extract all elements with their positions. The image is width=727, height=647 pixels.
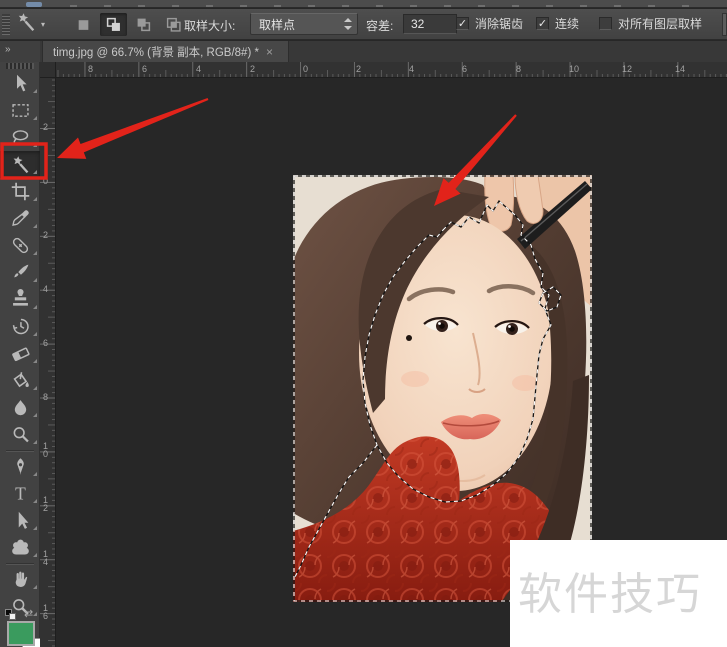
clone-stamp-tool[interactable]	[0, 286, 40, 313]
magic-wand-icon	[15, 11, 37, 38]
blur-tool[interactable]	[0, 394, 40, 421]
sample-size-value: 取样点	[259, 17, 296, 32]
svg-text:4: 4	[196, 64, 201, 74]
svg-text:2: 2	[43, 230, 48, 240]
app-icon	[26, 2, 42, 7]
type-tool[interactable]: T	[0, 480, 40, 507]
contiguous-checkbox[interactable]: ✓	[536, 17, 549, 30]
healing-brush-tool[interactable]	[0, 232, 40, 259]
move-tool[interactable]	[0, 70, 40, 97]
left-ruler[interactable]: 20246810121416	[40, 78, 56, 647]
chevron-down-icon: ▾	[41, 20, 46, 29]
finger	[484, 175, 515, 232]
svg-text:10: 10	[569, 64, 579, 74]
document-image[interactable]	[293, 175, 592, 602]
svg-text:8: 8	[88, 64, 93, 74]
watermark: 软件技巧	[510, 540, 727, 647]
brush-tool[interactable]	[0, 259, 40, 286]
svg-text:14: 14	[675, 64, 685, 74]
hand-tool[interactable]	[0, 566, 40, 593]
add-to-selection-button[interactable]	[100, 13, 127, 36]
svg-text:0: 0	[43, 176, 48, 186]
document-title: timg.jpg @ 66.7% (背景 副本, RGB/8#) *	[53, 46, 259, 59]
tools-panel-grip[interactable]	[6, 63, 34, 69]
options-bar-grip[interactable]	[2, 14, 10, 35]
document-tab-bar: » timg.jpg @ 66.7% (背景 副本, RGB/8#) * ×	[0, 41, 727, 62]
svg-text:2: 2	[43, 122, 48, 132]
contiguous-option: ✓ 连续	[536, 15, 579, 32]
pen-tool[interactable]	[0, 453, 40, 480]
options-bar-overflow	[722, 13, 727, 36]
swap-colors-icon[interactable]: ⇄	[24, 607, 33, 620]
tolerance-label: 容差:	[366, 19, 394, 33]
sample-size-label: 取样大小:	[184, 19, 236, 33]
lasso-tool[interactable]	[0, 124, 40, 151]
tolerance-input[interactable]: 32	[403, 14, 457, 34]
path-selection-tool[interactable]	[0, 507, 40, 534]
svg-text:4: 4	[43, 557, 48, 567]
anti-alias-option: ✓ 消除锯齿	[456, 15, 523, 32]
crop-tool[interactable]	[0, 178, 40, 205]
sample-all-layers-checkbox[interactable]	[599, 17, 612, 30]
document-tab[interactable]: timg.jpg @ 66.7% (背景 副本, RGB/8#) * ×	[42, 41, 289, 62]
top-ruler[interactable]: 86420246810121416	[56, 62, 727, 78]
rectangular-marquee-tool[interactable]	[0, 97, 40, 124]
eraser-tool[interactable]	[0, 340, 40, 367]
svg-text:2: 2	[43, 503, 48, 513]
svg-text:8: 8	[516, 64, 521, 74]
svg-text:0: 0	[43, 449, 48, 459]
menu-bar	[0, 0, 727, 8]
custom-shape-tool[interactable]	[0, 534, 40, 561]
dodge-tool[interactable]	[0, 421, 40, 448]
history-brush-tool[interactable]	[0, 313, 40, 340]
svg-text:2: 2	[250, 64, 255, 74]
ruler-corner	[40, 62, 56, 78]
mole	[406, 335, 412, 341]
svg-text:2: 2	[356, 64, 361, 74]
tool-group-divider	[6, 563, 34, 564]
svg-text:0: 0	[303, 64, 308, 74]
svg-text:6: 6	[43, 611, 48, 621]
svg-text:8: 8	[43, 392, 48, 402]
eyedropper-tool[interactable]	[0, 205, 40, 232]
blush-left	[401, 371, 429, 387]
intersect-selection-button[interactable]	[160, 13, 187, 36]
sample-all-layers-option: 对所有图层取样	[599, 15, 702, 32]
photoshop-window: ▾ 取样大小: 取样点 容差: 32 ✓ 消除锯齿 ✓ 连续 对所有图层取样 » tim…	[0, 0, 727, 647]
svg-text:12: 12	[622, 64, 632, 74]
tool-group-divider	[6, 450, 34, 451]
svg-text:4: 4	[43, 284, 48, 294]
toolbar-collapse-button[interactable]: »	[0, 41, 40, 62]
sample-all-layers-label: 对所有图层取样	[618, 17, 703, 31]
paint-bucket-tool[interactable]	[0, 367, 40, 394]
subtract-from-selection-button[interactable]	[130, 13, 157, 36]
blush-right	[512, 375, 538, 391]
anti-alias-checkbox[interactable]: ✓	[456, 17, 469, 30]
new-selection-button[interactable]	[70, 13, 97, 36]
default-colors-icon[interactable]	[5, 609, 18, 621]
foreground-color-swatch[interactable]	[7, 621, 35, 646]
magic-wand-tool-preset[interactable]: ▾	[15, 12, 57, 37]
close-tab-icon[interactable]: ×	[266, 45, 273, 59]
watermark-text: 软件技巧	[518, 570, 702, 619]
svg-text:T: T	[15, 484, 26, 504]
canvas-area[interactable]: 软件技巧	[56, 78, 727, 647]
sample-size-select[interactable]: 取样点	[250, 13, 358, 35]
tools-panel: T ⇄	[0, 62, 44, 647]
contiguous-label: 连续	[555, 17, 580, 31]
magic-wand-tool[interactable]	[0, 151, 40, 178]
stepper-arrows-icon	[344, 17, 352, 31]
menu-items-clipped	[70, 5, 700, 7]
tool-options-bar: ▾ 取样大小: 取样点 容差: 32 ✓ 消除锯齿 ✓ 连续 对所有图层取样	[0, 9, 727, 40]
svg-text:6: 6	[462, 64, 467, 74]
svg-text:6: 6	[142, 64, 147, 74]
svg-text:4: 4	[409, 64, 414, 74]
svg-text:6: 6	[43, 338, 48, 348]
anti-alias-label: 消除锯齿	[475, 17, 524, 31]
